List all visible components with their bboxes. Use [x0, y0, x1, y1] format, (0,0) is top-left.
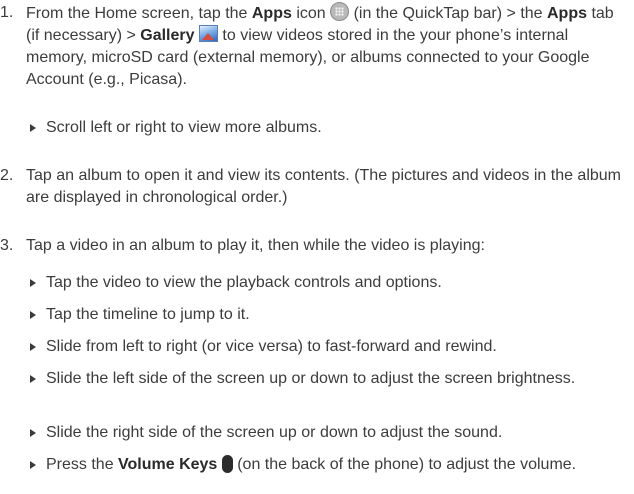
volume-keys-label: Volume Keys	[118, 456, 218, 473]
bullet-arrow-icon	[30, 429, 36, 437]
bullet-arrow-icon	[30, 461, 36, 469]
bullet-arrow-icon	[30, 124, 36, 132]
bullet-arrow-icon	[30, 279, 36, 287]
step-number: 1.	[0, 4, 14, 21]
apps-tab-label: Apps	[547, 5, 587, 22]
apps-icon	[330, 2, 350, 21]
gallery-label: Gallery	[140, 27, 195, 44]
step-number: 3.	[0, 237, 14, 254]
step-text: Tap an album to open it and view its con…	[26, 167, 622, 206]
gallery-icon	[198, 25, 218, 42]
step-text: Tap a video in an album to play it, then…	[26, 237, 485, 254]
step-number: 2.	[0, 167, 14, 184]
volume-keys-icon	[221, 455, 233, 473]
step-text: From the Home screen, tap the Apps icon …	[26, 2, 630, 91]
apps-label: Apps	[251, 5, 292, 22]
bullet-arrow-icon	[30, 343, 36, 351]
bullet-arrow-icon	[30, 311, 36, 319]
bullet-arrow-icon	[30, 375, 36, 383]
